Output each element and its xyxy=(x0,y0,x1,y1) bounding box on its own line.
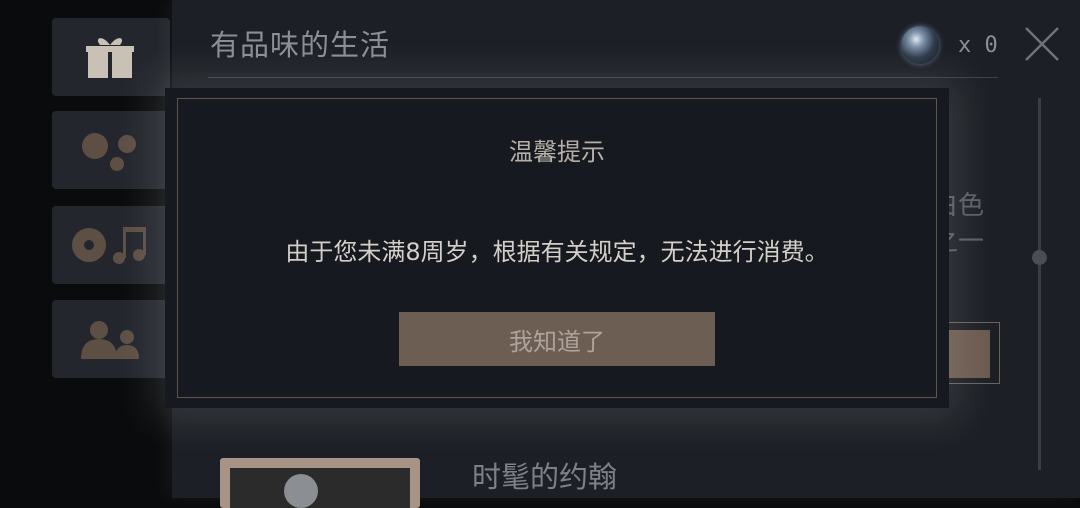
item-thumbnail-image xyxy=(230,468,410,508)
circles-icon xyxy=(82,133,136,171)
moon-icon xyxy=(284,474,318,508)
close-button[interactable] xyxy=(1024,26,1060,62)
title-divider xyxy=(208,77,998,78)
coin-icon xyxy=(901,26,939,64)
tab-people[interactable] xyxy=(52,300,170,378)
tab-circles[interactable] xyxy=(52,111,170,189)
tab-music[interactable] xyxy=(52,206,170,284)
music-icon xyxy=(72,227,146,264)
dialog-title: 温馨提示 xyxy=(509,138,605,166)
panel-title: 有品味的生活 xyxy=(210,28,391,62)
notice-dialog: 温馨提示 由于您未满8周岁，根据有关规定，无法进行消费。 我知道了 xyxy=(165,88,949,408)
people-icon xyxy=(81,321,139,359)
coin-count: x 0 xyxy=(958,33,998,58)
confirm-button[interactable]: 我知道了 xyxy=(399,312,715,366)
item-title: 时髦的约翰 xyxy=(472,460,618,494)
tab-gift[interactable] xyxy=(52,18,170,96)
gift-icon xyxy=(86,38,134,78)
scrollbar-track[interactable] xyxy=(1038,98,1041,470)
scrollbar-thumb[interactable] xyxy=(1032,250,1047,265)
close-icon xyxy=(1025,27,1059,61)
dialog-message: 由于您未满8周岁，根据有关规定，无法进行消费。 xyxy=(285,238,829,266)
